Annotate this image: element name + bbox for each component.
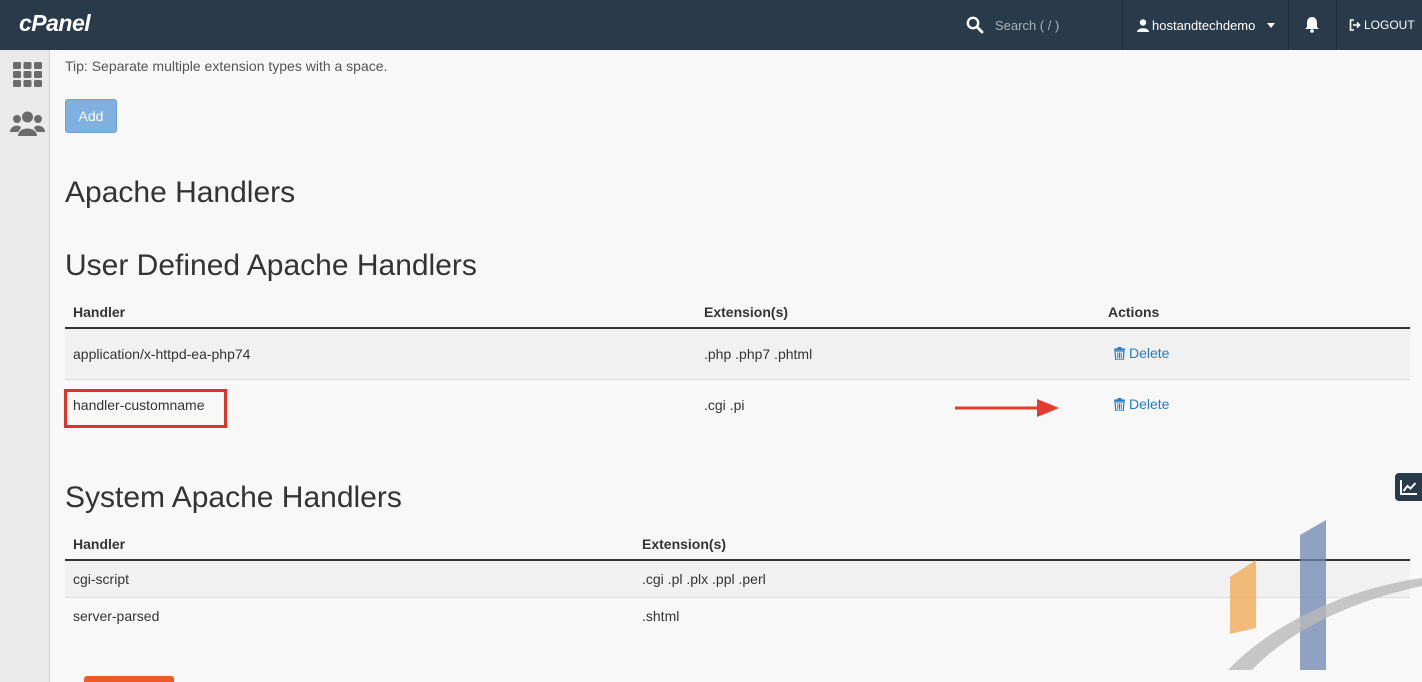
logout-icon bbox=[1349, 19, 1361, 31]
handler-cell: server-parsed bbox=[65, 596, 634, 634]
delete-link[interactable]: Delete bbox=[1114, 345, 1169, 361]
user-defined-handlers-title: User Defined Apache Handlers bbox=[65, 249, 477, 282]
extension-tip: Tip: Separate multiple extension types w… bbox=[65, 58, 388, 74]
system-handlers-title: System Apache Handlers bbox=[65, 481, 402, 514]
page-title: Apache Handlers bbox=[65, 176, 296, 209]
left-sidebar bbox=[0, 50, 50, 682]
table-header-row: Handler Extension(s) Actions bbox=[65, 296, 1410, 329]
delete-label: Delete bbox=[1129, 396, 1170, 412]
user-icon bbox=[1137, 18, 1149, 32]
delete-link[interactable]: Delete bbox=[1114, 396, 1169, 412]
nav-divider bbox=[1122, 0, 1123, 50]
user-defined-handlers-table: Handler Extension(s) Actions application… bbox=[65, 296, 1410, 430]
top-navbar: cPanel Search ( / ) hostandtechdemo LOGO… bbox=[0, 0, 1422, 50]
cut-off-heading bbox=[84, 676, 174, 682]
system-handlers-table: Handler Extension(s) cgi-script .cgi .pl… bbox=[65, 528, 1410, 634]
user-menu[interactable]: hostandtechdemo bbox=[1137, 0, 1276, 50]
trash-icon bbox=[1114, 346, 1125, 360]
search-placeholder[interactable]: Search ( / ) bbox=[995, 18, 1059, 33]
handler-cell: application/x-httpd-ea-php74 bbox=[65, 327, 696, 379]
column-header: Handler bbox=[65, 528, 634, 561]
handler-cell: cgi-script bbox=[65, 559, 634, 597]
actions-cell: Delete bbox=[1100, 378, 1410, 430]
search-icon bbox=[966, 16, 984, 34]
bell-icon[interactable] bbox=[1304, 16, 1320, 33]
search-box[interactable]: Search ( / ) bbox=[966, 0, 1122, 50]
chart-icon bbox=[1400, 480, 1417, 495]
logout-button[interactable]: LOGOUT bbox=[1349, 0, 1415, 50]
watermark-logo bbox=[1228, 520, 1422, 670]
stats-side-tab[interactable] bbox=[1395, 473, 1422, 501]
users-icon[interactable] bbox=[10, 109, 45, 137]
table-row: server-parsed .shtml bbox=[65, 596, 1410, 634]
arrow-annotation bbox=[955, 399, 1059, 417]
delete-label: Delete bbox=[1129, 345, 1170, 361]
nav-divider bbox=[1288, 0, 1289, 50]
actions-cell: Delete bbox=[1100, 327, 1410, 379]
table-header-row: Handler Extension(s) bbox=[65, 528, 1410, 561]
chevron-down-icon bbox=[1267, 22, 1276, 28]
handler-cell: handler-customname bbox=[65, 378, 696, 430]
table-row: application/x-httpd-ea-php74 .php .php7 … bbox=[65, 327, 1410, 379]
column-header: Handler bbox=[65, 296, 696, 329]
nav-divider bbox=[1336, 0, 1337, 50]
username-label: hostandtechdemo bbox=[1152, 17, 1256, 33]
column-header: Extension(s) bbox=[696, 296, 1100, 329]
table-row: handler-customname .cgi .pi Delete bbox=[65, 378, 1410, 430]
cpanel-logo[interactable]: cPanel bbox=[19, 10, 91, 37]
trash-icon bbox=[1114, 397, 1125, 411]
extensions-cell: .php .php7 .phtml bbox=[696, 327, 1100, 379]
table-row: cgi-script .cgi .pl .plx .ppl .perl bbox=[65, 559, 1410, 597]
grid-icon[interactable] bbox=[13, 62, 42, 87]
add-button[interactable]: Add bbox=[65, 99, 117, 133]
logout-label: LOGOUT bbox=[1364, 18, 1415, 32]
column-header: Actions bbox=[1100, 296, 1410, 329]
